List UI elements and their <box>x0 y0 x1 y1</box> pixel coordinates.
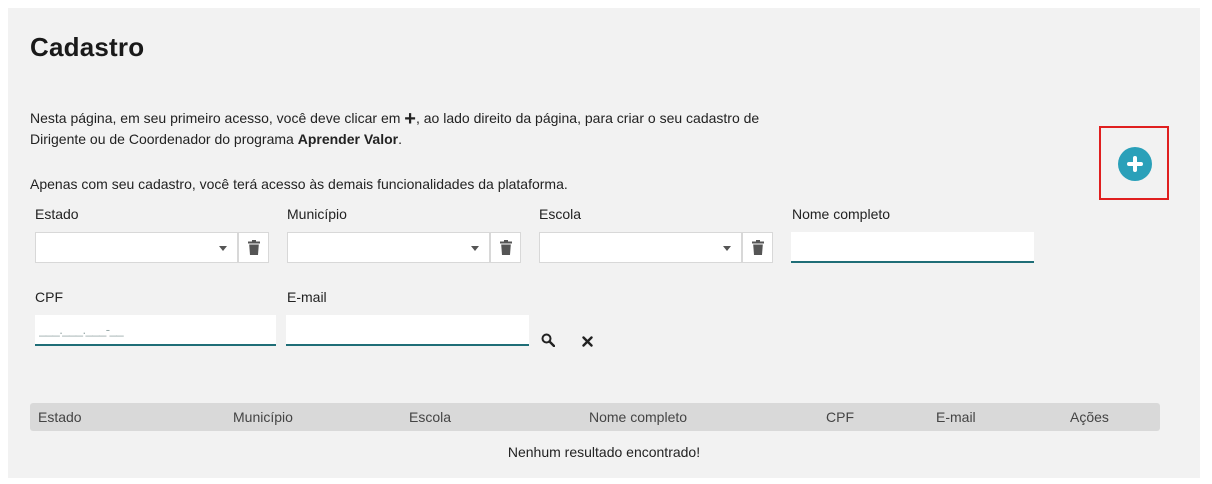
intro-text-part1: Nesta página, em seu primeiro acesso, vo… <box>30 110 405 126</box>
col-email: E-mail <box>936 409 976 425</box>
plus-inline-icon: + <box>404 108 416 130</box>
escola-select[interactable] <box>539 232 742 263</box>
close-icon <box>582 336 593 347</box>
main-panel: Cadastro Nesta página, em seu primeiro a… <box>8 8 1200 478</box>
estado-label: Estado <box>35 206 79 222</box>
nome-completo-input[interactable] <box>791 232 1034 263</box>
cpf-input[interactable] <box>35 315 276 346</box>
intro-second-text: Apenas com seu cadastro, você terá acess… <box>30 176 568 192</box>
results-table-header: Estado Município Escola Nome completo CP… <box>30 403 1160 431</box>
municipio-select[interactable] <box>287 232 490 263</box>
col-estado: Estado <box>38 409 82 425</box>
email-input[interactable] <box>286 315 529 346</box>
estado-select[interactable] <box>35 232 238 263</box>
page-title: Cadastro <box>30 32 145 62</box>
chevron-down-icon <box>219 246 227 251</box>
search-button[interactable] <box>541 333 557 349</box>
col-nome-completo: Nome completo <box>589 409 688 425</box>
empty-results-message: Nenhum resultado encontrado! <box>507 444 701 460</box>
escola-clear-button[interactable] <box>742 232 773 263</box>
search-icon <box>541 333 556 348</box>
email-label: E-mail <box>287 289 327 305</box>
intro-text-part3: . <box>398 131 402 147</box>
col-escola: Escola <box>409 409 452 425</box>
program-name: Aprender Valor <box>297 131 399 147</box>
trash-icon <box>500 240 512 255</box>
col-municipio: Município <box>233 409 293 425</box>
estado-clear-button[interactable] <box>238 232 269 263</box>
municipio-label: Município <box>287 206 347 222</box>
trash-icon <box>248 240 260 255</box>
add-button[interactable] <box>1118 147 1152 181</box>
trash-icon <box>752 240 764 255</box>
chevron-down-icon <box>723 246 731 251</box>
col-acoes: Ações <box>1070 409 1109 425</box>
nome-label: Nome completo <box>792 206 891 222</box>
clear-search-button[interactable] <box>582 334 596 348</box>
chevron-down-icon <box>471 246 479 251</box>
escola-label: Escola <box>539 206 582 222</box>
cpf-label: CPF <box>35 289 63 305</box>
col-cpf: CPF <box>826 409 854 425</box>
municipio-clear-button[interactable] <box>490 232 521 263</box>
intro-text: Nesta página, em seu primeiro acesso, vo… <box>30 108 810 150</box>
